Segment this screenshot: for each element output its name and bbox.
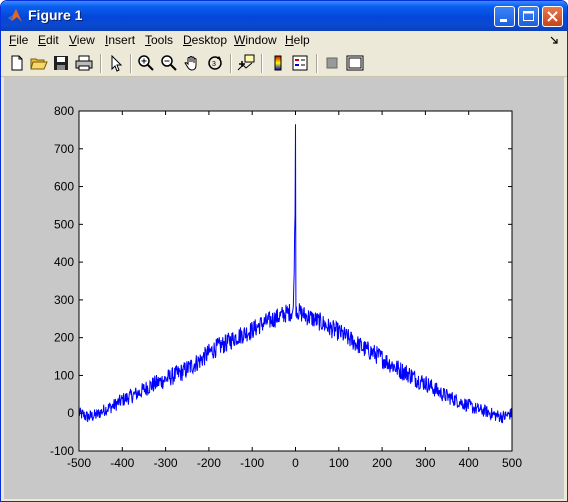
menu-window[interactable]: Window [234,33,277,47]
toolbar-separator [230,54,232,73]
y-tick-label: 0 [67,406,74,420]
x-tick-label: -100 [240,456,264,470]
y-tick-label: 700 [54,142,74,156]
window-title: Figure 1 [28,7,83,23]
y-tick-label: -100 [50,444,74,458]
x-tick-label: -200 [197,456,221,470]
x-tick-label: -300 [154,456,178,470]
y-tick-label: 800 [54,104,74,118]
data-cursor-icon[interactable] [237,54,255,72]
toolbar-separator [130,54,132,73]
y-tick-label: 400 [54,255,74,269]
menu-help[interactable]: Help [285,33,310,47]
menu-edit[interactable]: Edit [38,33,59,47]
figure-toolbar: 3 [1,51,567,77]
maximize-button[interactable] [518,6,539,27]
hide-plot-tools-icon[interactable] [323,54,341,72]
y-tick-label: 200 [54,331,74,345]
line-chart[interactable]: -500 -400 -300 -200 -100 0 100 200 300 400 500 -100… [4,77,564,499]
minimize-button[interactable] [494,6,515,27]
show-plot-tools-icon[interactable] [346,54,364,72]
x-tick-label: 100 [329,456,349,470]
menu-bar: File Edit View Insert Tools Desktop Wind… [1,31,567,50]
x-tick-label: 0 [292,456,299,470]
figure-canvas[interactable]: -500 -400 -300 -200 -100 0 100 200 300 400 500 -100… [4,77,564,499]
minimize-icon [500,19,507,22]
zoom-in-icon[interactable] [137,54,155,72]
legend-icon[interactable] [291,54,309,72]
toolbar-separator [261,54,263,73]
x-tick-label: -400 [110,456,134,470]
y-tick-label: 300 [54,293,74,307]
title-bar[interactable]: Figure 1 [1,1,567,31]
x-tick-label: 300 [415,456,435,470]
y-tick-label: 500 [54,217,74,231]
save-icon[interactable] [52,54,70,72]
pointer-icon[interactable] [107,54,125,72]
menu-desktop[interactable]: Desktop [183,33,227,47]
x-tick-label: 500 [502,456,522,470]
zoom-out-icon[interactable] [160,54,178,72]
x-tick-label: 200 [372,456,392,470]
y-tick-label: 100 [54,368,74,382]
pan-hand-icon[interactable] [183,54,201,72]
figure-window: Figure 1 File Edit View Insert Tools Des… [0,0,568,502]
rotate-3d-icon[interactable]: 3 [206,54,224,72]
new-figure-icon[interactable] [8,54,26,72]
maximize-icon [523,11,534,21]
open-file-icon[interactable] [30,54,48,72]
menu-file[interactable]: File [9,33,28,47]
menu-tools[interactable]: Tools [145,33,173,47]
x-tick-label: -500 [67,456,91,470]
toolbar-separator [316,54,318,73]
print-icon[interactable] [75,54,93,72]
dock-figure-icon[interactable] [549,35,559,45]
x-tick-label: 400 [459,456,479,470]
menu-insert[interactable]: Insert [105,33,135,47]
toolbar-separator [100,54,102,73]
svg-text:3: 3 [212,61,216,68]
close-button[interactable] [542,6,563,27]
menu-view[interactable]: View [69,33,95,47]
close-icon [547,11,558,22]
colorbar-icon[interactable] [269,54,287,72]
y-tick-label: 600 [54,180,74,194]
matlab-logo-icon [8,9,22,22]
